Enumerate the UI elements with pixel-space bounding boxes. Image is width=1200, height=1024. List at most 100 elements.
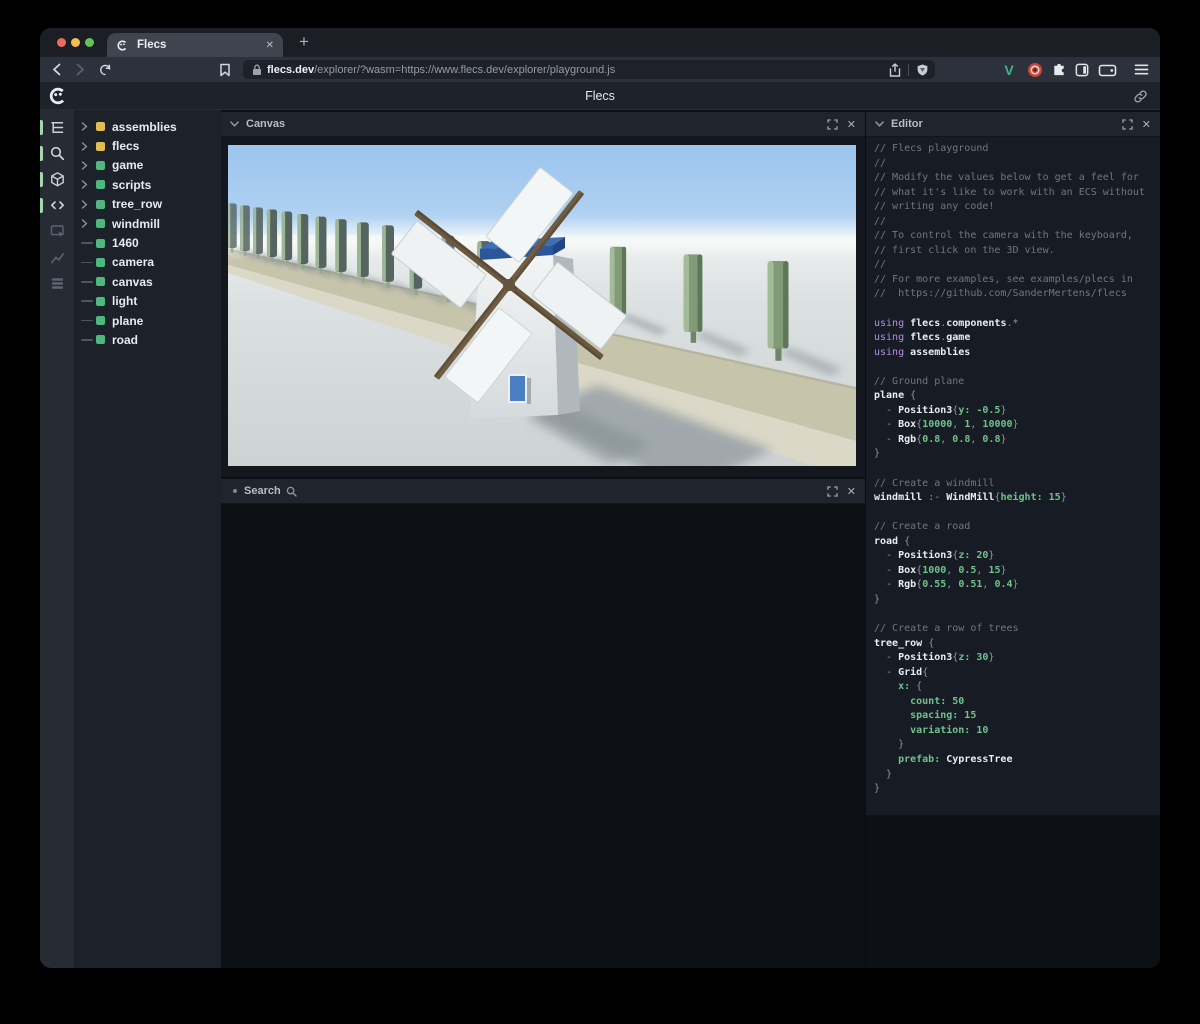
tree-item-flecs[interactable]: flecs <box>74 136 221 155</box>
code-line[interactable]: // <box>874 157 1160 172</box>
code-line[interactable]: // Ground plane <box>874 375 1160 390</box>
tree-item-tree_row[interactable]: tree_row <box>74 195 221 214</box>
code-line[interactable]: // Create a row of trees <box>874 622 1160 637</box>
expand-chevron-icon[interactable] <box>81 199 96 209</box>
tree-item-scripts[interactable]: scripts <box>74 175 221 194</box>
back-button[interactable] <box>48 61 65 78</box>
tree-item-camera[interactable]: camera <box>74 253 221 272</box>
code-line[interactable]: x: { <box>874 680 1160 695</box>
code-line[interactable]: - Position3{z: 20} <box>874 549 1160 564</box>
code-line[interactable]: road { <box>874 535 1160 550</box>
expand-chevron-icon[interactable] <box>81 160 96 170</box>
tree-item-road[interactable]: road <box>74 330 221 349</box>
chevron-down-icon[interactable] <box>230 121 239 127</box>
sidebar-icon-inspector[interactable] <box>49 223 66 240</box>
code-line[interactable]: - Box{10000, 1, 10000} <box>874 418 1160 433</box>
tree-item-game[interactable]: game <box>74 156 221 175</box>
code-line[interactable]: // Create a road <box>874 520 1160 535</box>
red-extension-icon[interactable] <box>1026 61 1044 78</box>
fullscreen-icon[interactable] <box>827 485 838 497</box>
code-line[interactable] <box>874 360 1160 375</box>
close-icon[interactable]: ✕ <box>847 118 856 131</box>
code-line[interactable]: using assemblies <box>874 346 1160 361</box>
tree-item-canvas[interactable]: canvas <box>74 272 221 291</box>
extensions-puzzle-icon[interactable] <box>1050 61 1068 78</box>
tree-item-1460[interactable]: 1460 <box>74 233 221 252</box>
menu-hamburger-icon[interactable] <box>1132 61 1150 78</box>
code-line[interactable]: - Position3{y: -0.5} <box>874 404 1160 419</box>
code-line[interactable] <box>874 302 1160 317</box>
code-line[interactable]: // what it's like to work with an ECS wi… <box>874 186 1160 201</box>
code-line[interactable]: // writing any code! <box>874 200 1160 215</box>
new-tab-button[interactable]: + <box>292 30 316 54</box>
share-icon[interactable] <box>889 62 901 77</box>
traffic-light-zoom[interactable] <box>85 38 94 47</box>
search-panel-body[interactable] <box>221 504 865 968</box>
expand-chevron-icon[interactable] <box>81 122 96 132</box>
chevron-down-icon[interactable] <box>875 121 884 127</box>
code-line[interactable]: spacing: 15 <box>874 709 1160 724</box>
brave-shield-icon[interactable] <box>916 63 929 77</box>
code-line[interactable]: } <box>874 738 1160 753</box>
fullscreen-icon[interactable] <box>827 118 838 130</box>
tree-item-windmill[interactable]: windmill <box>74 214 221 233</box>
close-icon[interactable]: ✕ <box>1142 118 1151 131</box>
code-line[interactable]: } <box>874 782 1160 797</box>
traffic-light-close[interactable] <box>57 38 66 47</box>
code-line[interactable]: - Rgb{0.55, 0.51, 0.4} <box>874 578 1160 593</box>
code-line[interactable]: // To control the camera with the keyboa… <box>874 229 1160 244</box>
code-line[interactable]: // <box>874 215 1160 230</box>
code-line[interactable]: // Modify the values below to get a feel… <box>874 171 1160 186</box>
code-line[interactable]: // <box>874 258 1160 273</box>
code-line[interactable]: - Rgb{0.8, 0.8, 0.8} <box>874 433 1160 448</box>
sidebar-icon-code[interactable] <box>40 197 66 214</box>
sidebar-icon-statistics[interactable] <box>49 249 66 266</box>
code-line[interactable]: } <box>874 768 1160 783</box>
bookmark-icon[interactable] <box>216 61 233 78</box>
code-line[interactable]: count: 50 <box>874 695 1160 710</box>
forward-button[interactable] <box>72 61 89 78</box>
tab-close-icon[interactable]: ✕ <box>266 40 274 51</box>
url-bar[interactable]: flecs.dev/explorer/?wasm=https://www.fle… <box>243 60 935 79</box>
sidebar-icon-tables[interactable] <box>49 275 66 292</box>
tree-item-light[interactable]: light <box>74 292 221 311</box>
sidebar-icon-entity-tree[interactable] <box>40 119 66 136</box>
code-line[interactable] <box>874 608 1160 623</box>
sidebar-icon-search[interactable] <box>40 145 66 162</box>
code-line[interactable]: // Flecs playground <box>874 142 1160 157</box>
code-line[interactable]: - Position3{z: 30} <box>874 651 1160 666</box>
code-line[interactable]: tree_row { <box>874 637 1160 652</box>
code-line[interactable]: // Create a windmill <box>874 477 1160 492</box>
tree-item-assemblies[interactable]: assemblies <box>74 117 221 136</box>
code-editor[interactable]: // Flecs playground//// Modify the value… <box>866 137 1160 815</box>
code-line[interactable]: // https://github.com/SanderMertens/flec… <box>874 287 1160 302</box>
code-line[interactable]: windmill :- WindMill{height: 15} <box>874 491 1160 506</box>
code-line[interactable] <box>874 506 1160 521</box>
code-line[interactable]: - Grid{ <box>874 666 1160 681</box>
tree-item-plane[interactable]: plane <box>74 311 221 330</box>
code-line[interactable]: plane { <box>874 389 1160 404</box>
code-line[interactable]: } <box>874 447 1160 462</box>
code-line[interactable]: // For more examples, see examples/plecs… <box>874 273 1160 288</box>
reload-button[interactable] <box>96 61 113 78</box>
close-icon[interactable]: ✕ <box>847 485 856 498</box>
sidebar-icon[interactable] <box>1073 61 1091 78</box>
fullscreen-icon[interactable] <box>1122 118 1133 130</box>
code-line[interactable] <box>874 462 1160 477</box>
code-line[interactable]: } <box>874 593 1160 608</box>
code-line[interactable]: variation: 10 <box>874 724 1160 739</box>
code-line[interactable]: using flecs.game <box>874 331 1160 346</box>
expand-chevron-icon[interactable] <box>81 141 96 151</box>
code-line[interactable]: prefab: CypressTree <box>874 753 1160 768</box>
expand-chevron-icon[interactable] <box>81 219 96 229</box>
3d-viewport[interactable] <box>228 145 856 466</box>
vue-devtools-icon[interactable]: V <box>1000 61 1018 78</box>
code-line[interactable]: using flecs.components.* <box>874 317 1160 332</box>
wallet-icon[interactable] <box>1096 61 1118 78</box>
expand-chevron-icon[interactable] <box>81 180 96 190</box>
sidebar-icon-3d-cube[interactable] <box>40 171 66 188</box>
traffic-light-minimize[interactable] <box>71 38 80 47</box>
code-line[interactable]: - Box{1000, 0.5, 15} <box>874 564 1160 579</box>
browser-tab[interactable]: Flecs ✕ <box>107 33 283 57</box>
link-icon[interactable] <box>1133 89 1148 104</box>
